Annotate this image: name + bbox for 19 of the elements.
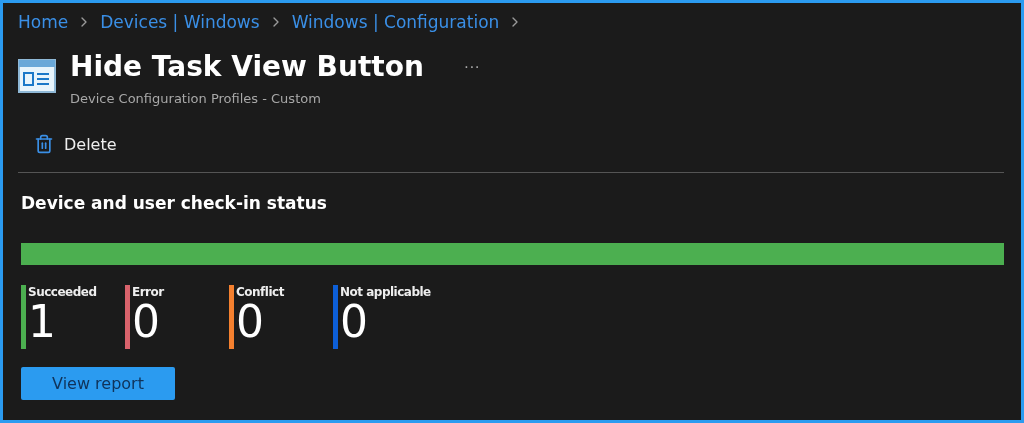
stat-label: Error	[132, 285, 164, 299]
stat-label: Succeeded	[28, 285, 97, 299]
view-report-button[interactable]: View report	[21, 367, 175, 400]
section-title: Device and user check-in status	[21, 193, 328, 213]
stat-label: Not applicable	[340, 285, 431, 299]
page-title: Hide Task View Button	[70, 49, 424, 85]
stat-value: 0	[132, 299, 161, 345]
delete-button[interactable]: Delete	[34, 132, 117, 156]
stat-value: 0	[236, 299, 265, 345]
page-subtitle: Device Configuration Profiles - Custom	[70, 91, 322, 106]
profile-icon	[18, 59, 56, 93]
breadcrumb-link[interactable]: Home	[18, 12, 69, 32]
stat-value: 0	[340, 299, 368, 345]
trash-icon	[34, 134, 54, 154]
stat-value: 1	[28, 299, 57, 345]
breadcrumb-link[interactable]: Devices | Windows	[100, 12, 260, 32]
breadcrumb-link[interactable]: Windows | Configuration	[291, 12, 500, 32]
more-button[interactable]: ···	[459, 58, 484, 76]
stat-label: Conflict	[236, 285, 284, 299]
